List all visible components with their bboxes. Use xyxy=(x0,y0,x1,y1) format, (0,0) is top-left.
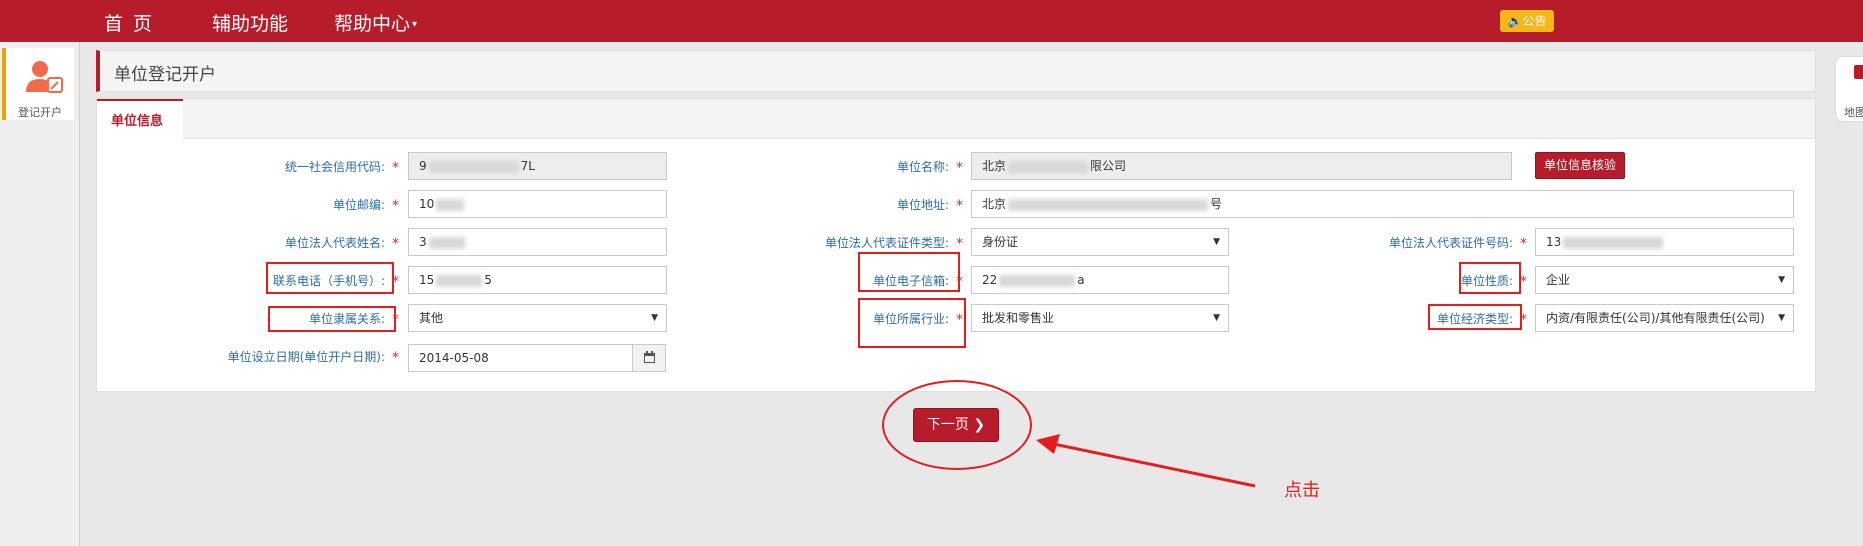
legal-id-no-label: 单位法人代表证件号码: xyxy=(1388,236,1513,250)
credit-code-label: 统一社会信用代码: xyxy=(284,160,385,174)
tab-strip: 单位信息 xyxy=(97,99,1815,140)
tab-unit-info[interactable]: 单位信息 xyxy=(97,99,183,140)
tab-label: 单位信息 xyxy=(111,114,164,129)
industry-select[interactable]: 批发和零售业 xyxy=(971,304,1229,332)
established-date-field[interactable]: 2014-05-08 xyxy=(408,344,633,372)
nav-aux-functions[interactable]: 辅助功能 xyxy=(212,9,288,36)
required-mark: * xyxy=(392,350,399,366)
highlight-box xyxy=(268,306,396,332)
verify-unit-info-button[interactable]: 单位信息核验 xyxy=(1535,152,1625,179)
unit-name-label: 单位名称: xyxy=(896,160,949,174)
affiliation-select[interactable]: 其他 xyxy=(408,304,667,332)
page-title: 单位登记开户 xyxy=(114,65,216,85)
highlight-box xyxy=(1428,304,1522,330)
nav-home[interactable]: 首页 xyxy=(104,9,162,36)
panel-header: 单位登记开户 xyxy=(96,50,1816,92)
right-tab-label: 地图 xyxy=(1844,106,1863,119)
economic-type-select[interactable]: 内资/有限责任(公司)/其他有限责任(公司) xyxy=(1535,304,1794,332)
map-icon xyxy=(1854,65,1863,79)
required-mark: * xyxy=(392,236,399,252)
highlight-box xyxy=(858,252,960,292)
required-mark: * xyxy=(392,198,399,214)
required-mark: * xyxy=(956,160,963,176)
unit-name-field[interactable]: 北京 限公司 xyxy=(971,152,1512,180)
phone-field[interactable]: 15 5 xyxy=(408,266,667,294)
postcode-label: 单位邮编: xyxy=(332,198,385,212)
legal-id-type-label: 单位法人代表证件类型: xyxy=(824,236,949,250)
email-field[interactable]: 22 a xyxy=(971,266,1229,294)
annotation-arrow-icon xyxy=(1036,434,1256,488)
address-field[interactable]: 北京号 xyxy=(971,190,1794,218)
required-mark: * xyxy=(956,198,963,214)
legal-name-label: 单位法人代表姓名: xyxy=(284,236,385,250)
calendar-icon xyxy=(644,351,655,363)
highlight-oval xyxy=(882,380,1032,470)
nav-help-center[interactable]: 帮助中心 ▾ xyxy=(334,9,417,36)
required-mark: * xyxy=(1520,236,1527,252)
top-navbar: 首页 辅助功能 帮助中心 ▾ 🔈公告 xyxy=(0,0,1863,42)
user-edit-icon xyxy=(26,61,63,93)
left-sidebar: 登记开户 xyxy=(0,42,80,546)
unit-nature-select[interactable]: 企业 xyxy=(1535,266,1794,294)
legal-id-type-select[interactable]: 身份证 xyxy=(971,228,1229,256)
address-label: 单位地址: xyxy=(896,198,949,212)
notice-button[interactable]: 🔈公告 xyxy=(1500,10,1554,32)
highlight-box xyxy=(266,262,394,294)
established-date-label: 单位设立日期(单位开户日期): xyxy=(227,350,385,364)
required-mark: * xyxy=(956,236,963,252)
postcode-field[interactable]: 10 xyxy=(408,190,667,218)
legal-name-field[interactable]: 3 xyxy=(408,228,667,256)
required-mark: * xyxy=(1520,274,1527,290)
required-mark: * xyxy=(392,160,399,176)
sidebar-item-label: 登记开户 xyxy=(18,106,62,119)
nav-help-label: 帮助中心 xyxy=(334,13,411,35)
chevron-down-icon: ▾ xyxy=(412,19,418,30)
highlight-box xyxy=(858,298,966,348)
legal-id-no-field[interactable]: 13 xyxy=(1535,228,1794,256)
credit-code-field[interactable]: 9 7L xyxy=(408,152,667,180)
right-tab-map[interactable]: 地图 xyxy=(1835,56,1863,122)
click-annotation: 点击 xyxy=(1284,480,1320,501)
sidebar-item-register[interactable]: 登记开户 xyxy=(2,48,74,120)
calendar-button[interactable] xyxy=(632,344,666,372)
highlight-box xyxy=(1459,262,1521,294)
